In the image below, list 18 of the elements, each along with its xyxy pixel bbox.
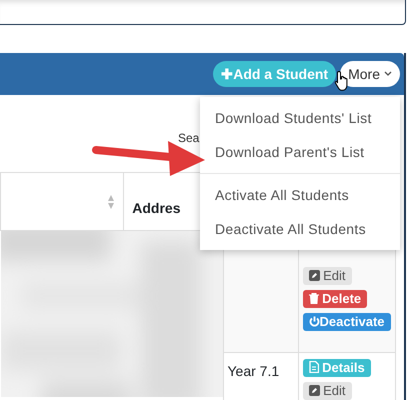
menu-item[interactable]: Activate All Students (200, 178, 400, 212)
document-icon (308, 361, 318, 373)
menu-item[interactable]: Download Parent's List (200, 135, 400, 169)
edit-button[interactable]: Edit (302, 267, 352, 285)
pencil-icon (308, 385, 320, 396)
deactivate-button[interactable]: Deactivate (302, 313, 391, 331)
pencil-icon (308, 270, 320, 281)
delete-button[interactable]: Delete (302, 290, 368, 308)
trash-icon (308, 293, 318, 304)
edit-button[interactable]: Edit (302, 382, 352, 400)
column-header: Addres (132, 199, 180, 218)
search-label: Sea (178, 131, 200, 145)
more-button[interactable]: More (340, 61, 400, 87)
power-icon (308, 316, 320, 327)
caret-icon (384, 71, 392, 77)
year-cell: Year 7.1 (228, 363, 280, 379)
menu-item[interactable]: Download Students' List (200, 101, 400, 135)
menu-item[interactable]: Deactivate All Students (200, 212, 400, 246)
